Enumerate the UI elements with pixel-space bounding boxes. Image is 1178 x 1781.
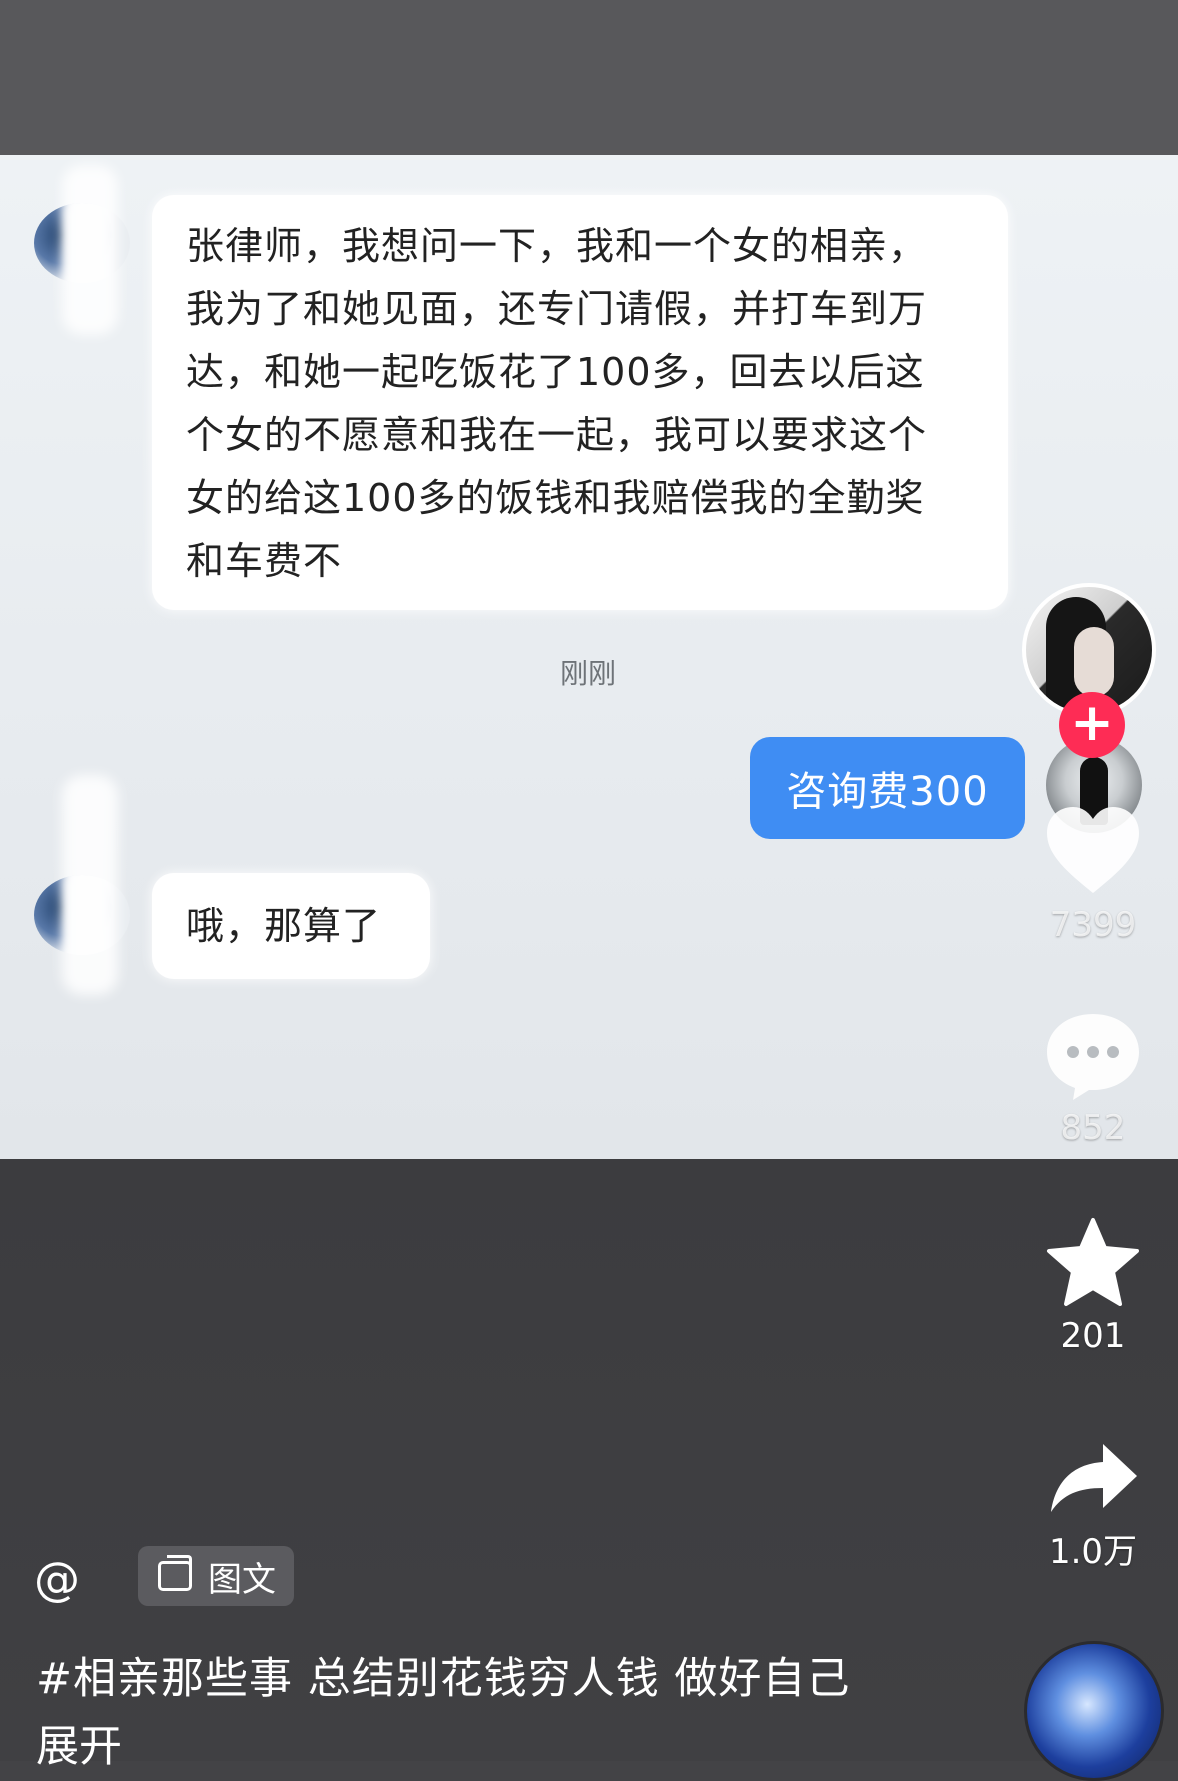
like-button[interactable]: 7399 (1033, 805, 1153, 945)
comment-button[interactable]: 852 (1033, 1010, 1153, 1148)
image-text-label: 图文 (208, 1559, 276, 1600)
post-caption: #相亲那些事 总结别花钱穷人钱 做好自己 (36, 1654, 851, 1704)
favorite-count: 201 (1060, 1316, 1126, 1356)
image-text-icon (158, 1555, 192, 1591)
smear (62, 165, 118, 335)
like-count: 7399 (1049, 905, 1137, 945)
image-text-chip[interactable]: 图文 (138, 1546, 294, 1606)
comment-count: 852 (1060, 1108, 1126, 1148)
star-icon (1047, 1218, 1139, 1306)
comment-icon (1047, 1014, 1139, 1100)
incoming-message-bubble: 哦，那算了 (152, 873, 430, 979)
top-band (0, 0, 1178, 155)
chat-screenshot: 张律师，我想问一下，我和一个女的相亲， 我为了和她见面，还专门请假，并打车到万 … (0, 155, 1178, 1159)
smear (62, 775, 118, 995)
incoming-message-text: 张律师，我想问一下，我和一个女的相亲， 我为了和她见面，还专门请假，并打车到万 … (186, 224, 928, 583)
share-button[interactable]: 1.0万 (1033, 1440, 1153, 1573)
heart-icon (1047, 807, 1139, 893)
message-timestamp: 刚刚 (560, 657, 617, 690)
music-disc[interactable] (1024, 1641, 1164, 1781)
incoming-message-text: 哦，那算了 (186, 904, 382, 948)
share-icon (1051, 1444, 1137, 1512)
mention-symbol[interactable]: @ (34, 1552, 80, 1606)
favorite-button[interactable]: 201 (1033, 1216, 1153, 1356)
outgoing-message-text: 咨询费300 (786, 769, 989, 815)
incoming-message-bubble: 张律师，我想问一下，我和一个女的相亲， 我为了和她见面，还专门请假，并打车到万 … (152, 195, 1008, 610)
expand-link[interactable]: 展开 (36, 1712, 122, 1774)
share-count: 1.0万 (1048, 1532, 1138, 1572)
outgoing-message-bubble: 咨询费300 (750, 737, 1025, 839)
follow-button[interactable]: + (1059, 692, 1125, 758)
